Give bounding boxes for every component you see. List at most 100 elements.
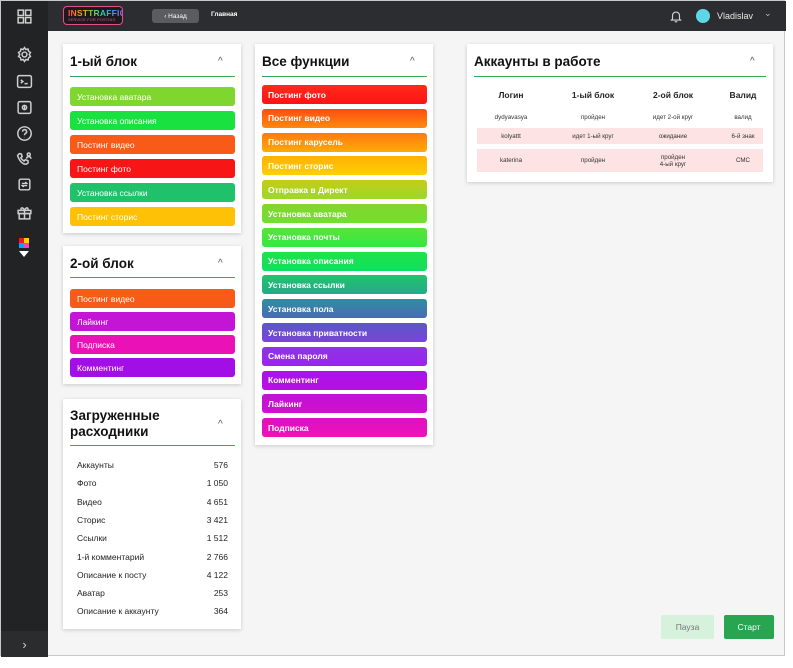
- table-row[interactable]: dydyavasya пройден идет 2-ой круг валид: [477, 109, 763, 126]
- top-bar: INSTTRAFFIC SERVICE FOR POSTING ‹ Назад …: [48, 1, 786, 31]
- function-button[interactable]: Лайкинг: [262, 394, 427, 414]
- sidebar: ›: [1, 1, 48, 657]
- table-header: 1-ый блок: [571, 90, 615, 100]
- block1-card: 1-ый блок ^ Установка аватара Установка о…: [63, 44, 241, 233]
- resources-card: Загруженные расходники ^ Аккаунты 576 Фото…: [63, 399, 241, 629]
- table-row[interactable]: kolyattt идет 1-ый круг ожидание 6-й знак: [477, 128, 763, 144]
- block2-button[interactable]: Комментинг: [70, 358, 235, 377]
- function-button[interactable]: Установка описания: [262, 251, 427, 271]
- function-button[interactable]: Постинг сторис: [262, 156, 427, 176]
- function-button[interactable]: Комментинг: [262, 370, 427, 390]
- table-header: Логин: [498, 90, 524, 100]
- gift-icon[interactable]: [14, 202, 34, 222]
- breadcrumb[interactable]: Главная: [211, 11, 237, 18]
- avatar[interactable]: [696, 9, 710, 23]
- block1-button[interactable]: Постинг сторис: [70, 207, 235, 226]
- function-button[interactable]: Установка ссылки: [262, 275, 427, 295]
- logo-title: INSTTRAFFIC: [68, 8, 122, 18]
- resource-label: Ссылки: [77, 533, 107, 544]
- pause-button[interactable]: Пауза: [661, 615, 714, 639]
- accounts-title: Аккаунты в работе: [474, 54, 601, 69]
- table-cell: пройден: [580, 157, 606, 164]
- collapse-icon[interactable]: ^: [410, 56, 415, 67]
- user-name[interactable]: Vladislav: [717, 11, 753, 21]
- table-cell: kolyattt: [501, 132, 521, 140]
- resources-title: Загруженные расходники: [70, 408, 160, 440]
- resource-row: Аватар 253: [77, 588, 228, 600]
- collapse-icon[interactable]: ^: [218, 258, 223, 269]
- sync-icon[interactable]: [14, 174, 34, 194]
- start-button[interactable]: Старт: [724, 615, 774, 639]
- block2-title: 2-ой блок: [70, 256, 134, 271]
- function-button[interactable]: Постинг фото: [262, 85, 427, 104]
- table-cell: пройден: [580, 114, 606, 121]
- block1-button[interactable]: Постинг видео: [70, 135, 235, 154]
- resource-label: Аккаунты: [77, 460, 114, 470]
- divider: [474, 76, 766, 77]
- resource-label: Описание к аккаунту: [77, 606, 159, 617]
- function-button[interactable]: Установка приватности: [262, 323, 427, 342]
- block1-button[interactable]: Установка описания: [70, 111, 235, 130]
- divider: [70, 277, 235, 278]
- divider: [70, 76, 235, 77]
- color-palette-icon[interactable]: [19, 238, 29, 248]
- function-button[interactable]: Постинг карусель: [262, 132, 427, 152]
- resource-row: Фото 1 050: [77, 478, 228, 490]
- collapse-icon[interactable]: ^: [218, 56, 223, 67]
- function-button[interactable]: Подписка: [262, 418, 427, 438]
- table-cell: dydyavasya: [494, 114, 528, 121]
- help-icon[interactable]: [14, 123, 34, 143]
- resource-value: 1 512: [206, 533, 228, 544]
- logo-subtitle: SERVICE FOR POSTING: [68, 18, 116, 22]
- collapse-icon[interactable]: ^: [218, 419, 223, 430]
- chevron-down-icon[interactable]: ⌄: [764, 8, 772, 19]
- terminal-icon[interactable]: [14, 71, 34, 91]
- block1-title: 1-ый блок: [70, 54, 137, 69]
- table-cell: валид: [734, 114, 752, 121]
- table-cell: katerina: [499, 157, 523, 164]
- block1-button[interactable]: Постинг фото: [70, 159, 235, 178]
- grid-icon[interactable]: [14, 6, 34, 26]
- accounts-card: Аккаунты в работе ^ Логин 1-ый блок 2-ой б…: [467, 44, 773, 182]
- resource-row: Аккаунты 576: [77, 460, 228, 472]
- resource-label: Описание к посту: [77, 569, 147, 580]
- table-cell: ожидание: [658, 132, 688, 140]
- block2-button[interactable]: Постинг видео: [70, 289, 235, 308]
- resource-label: Аватар: [77, 588, 105, 599]
- table-row[interactable]: katerina пройден пройден 4-ый круг СМС: [477, 149, 763, 172]
- resource-value: 1 050: [206, 478, 228, 489]
- table-cell: 6-й знак: [731, 132, 755, 140]
- function-button[interactable]: Установка пола: [262, 299, 427, 319]
- bell-icon[interactable]: [669, 9, 683, 23]
- resources-title-line1: Загруженные: [70, 408, 160, 423]
- collapse-icon[interactable]: ^: [750, 56, 755, 67]
- resource-row: Ссылки 1 512: [77, 533, 228, 545]
- block2-card: 2-ой блок ^ Постинг видео Лайкинг Подписка…: [63, 246, 241, 384]
- block2-button[interactable]: Подписка: [70, 335, 235, 354]
- block1-button[interactable]: Установка ссылки: [70, 183, 235, 202]
- settings-icon[interactable]: [14, 44, 34, 64]
- function-button[interactable]: Установка аватара: [262, 204, 427, 223]
- resource-label: Фото: [77, 478, 97, 489]
- functions-card: Все функции ^ Постинг фото Постинг видео П…: [255, 44, 433, 445]
- table-cell: СМС: [735, 157, 751, 164]
- back-button[interactable]: ‹ Назад: [152, 9, 199, 23]
- app-window: › INSTTRAFFIC SERVICE FOR POSTING ‹ Наза…: [0, 0, 786, 657]
- chevron-right-icon[interactable]: ›: [1, 631, 48, 657]
- phone-user-icon[interactable]: [14, 149, 34, 169]
- resource-value: 4 651: [206, 496, 228, 507]
- function-button[interactable]: Смена пароля: [262, 346, 427, 366]
- table-cell: 4-ый круг: [659, 160, 687, 168]
- function-button[interactable]: Отправка в Директ: [262, 180, 427, 200]
- divider: [262, 76, 427, 77]
- block1-button[interactable]: Установка аватара: [70, 87, 235, 106]
- table-header: 2-ой блок: [652, 90, 694, 100]
- wallet-icon[interactable]: [14, 97, 34, 117]
- function-button[interactable]: Установка почты: [262, 227, 427, 247]
- table-header: Валид: [729, 90, 757, 100]
- resource-value: 364: [213, 606, 228, 617]
- functions-title: Все функции: [262, 54, 350, 69]
- palette-dropdown-icon[interactable]: [19, 251, 29, 257]
- function-button[interactable]: Постинг видео: [262, 108, 427, 128]
- block2-button[interactable]: Лайкинг: [70, 312, 235, 331]
